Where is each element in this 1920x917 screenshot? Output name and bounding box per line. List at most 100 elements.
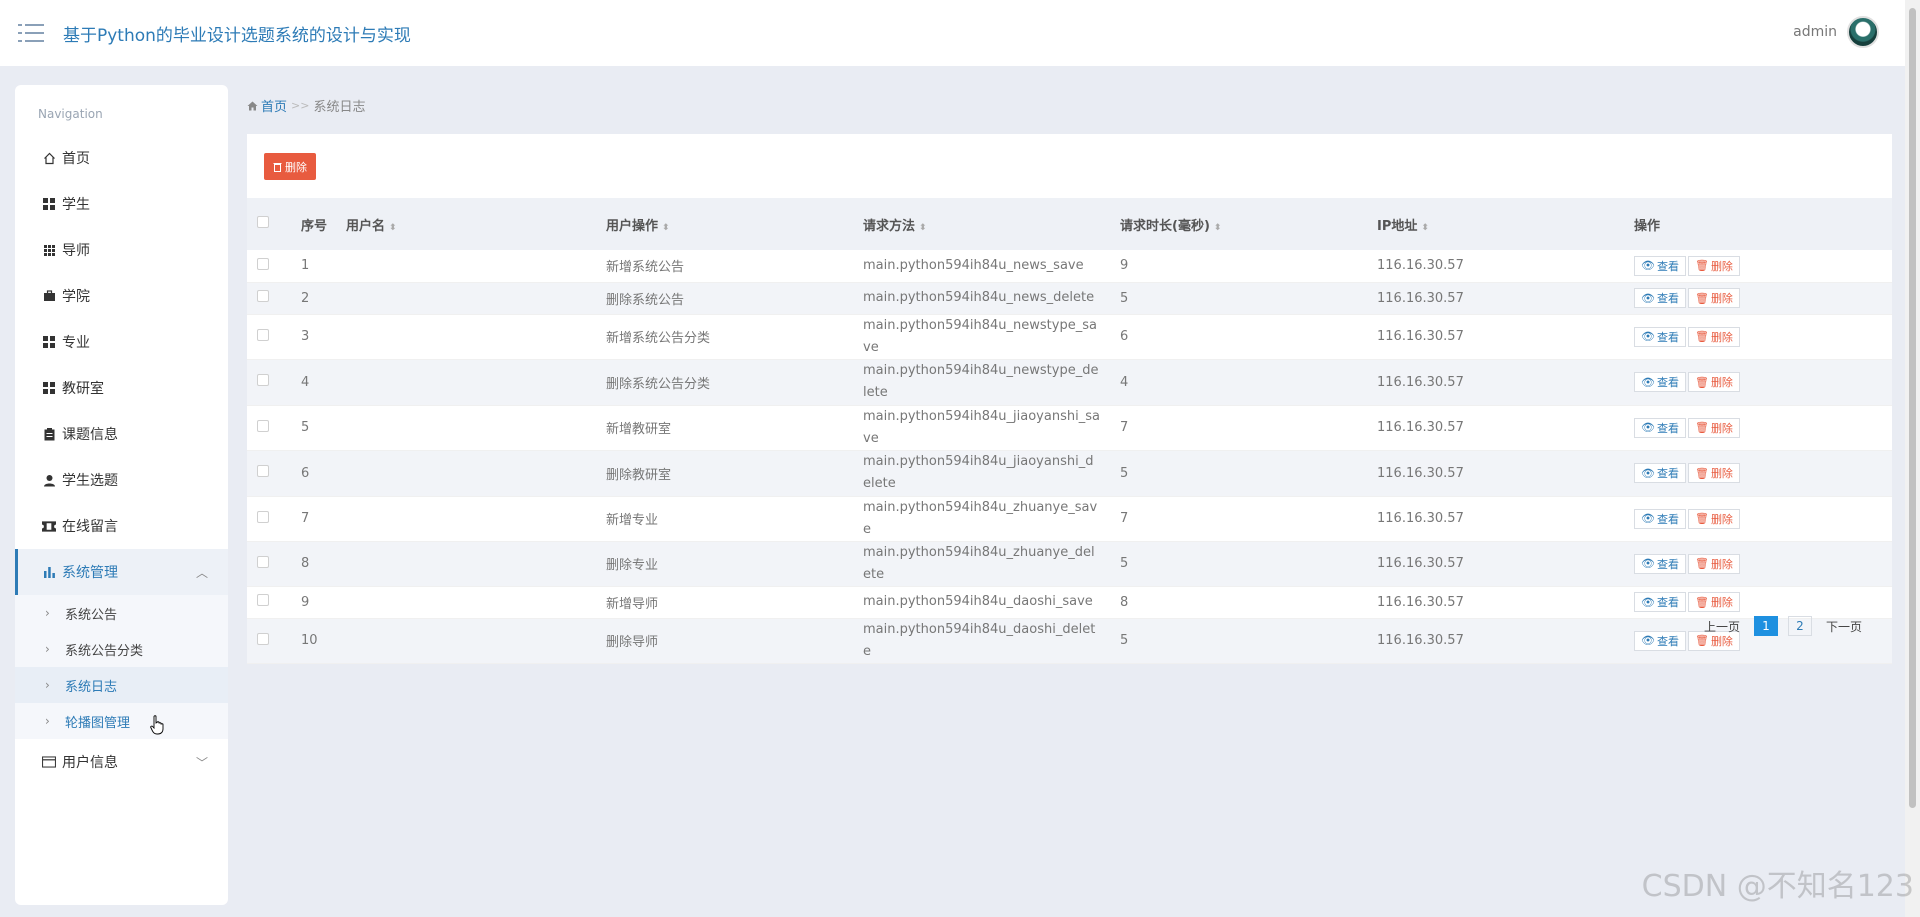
sidebar-item-students[interactable]: 学生 <box>15 181 228 227</box>
row-checkbox[interactable] <box>257 257 269 270</box>
view-button[interactable]: 👁 查看 <box>1634 630 1686 651</box>
row-checkbox[interactable] <box>257 594 269 606</box>
delete-button[interactable]: 🗑 删除 <box>1687 326 1740 347</box>
delete-button[interactable]: 🗑 删除 <box>1687 417 1740 438</box>
sidebar-subitem-carousel[interactable]: › 轮播图管理 <box>15 703 228 739</box>
row-checkbox[interactable] <box>257 510 269 523</box>
menu-toggle-icon[interactable] <box>18 22 44 44</box>
cell-duration: 5 <box>1120 465 1129 481</box>
cell-username <box>346 541 606 586</box>
scrollbar-thumb[interactable] <box>1909 8 1916 808</box>
view-label: 查看 <box>1656 292 1679 305</box>
sidebar-subitem-announcements[interactable]: › 系统公告 <box>15 595 228 631</box>
cell-ip: 116.16.30.57 <box>1377 374 1464 390</box>
select-all-checkbox[interactable] <box>257 216 269 228</box>
sort-icon[interactable]: ⬍ <box>1214 223 1222 233</box>
trash-icon: 🗑 <box>1694 466 1709 480</box>
breadcrumb: 首页 >> 系统日志 <box>247 96 365 115</box>
sidebar-subitem-announcement-categories[interactable]: › 系统公告分类 <box>15 631 228 667</box>
header-label: IP地址 <box>1377 218 1418 234</box>
row-checkbox[interactable] <box>257 465 269 477</box>
row-checkbox[interactable] <box>257 419 269 432</box>
delete-button[interactable]: 🗑 删除 <box>1687 553 1740 574</box>
sidebar-item-system-management[interactable]: 系统管理 ︿ <box>15 549 228 595</box>
delete-button[interactable]: 🗑 删除 <box>1687 463 1740 483</box>
delete-button[interactable]: 🗑 删除 <box>1687 592 1740 612</box>
delete-button[interactable]: 🗑 删除 <box>1687 508 1740 529</box>
sort-icon[interactable]: ⬍ <box>389 223 397 233</box>
prev-page-button[interactable]: 上一页 <box>1700 618 1744 635</box>
cell-actions: 👁 查看 🗑 删除 <box>1634 405 1892 450</box>
sidebar-subitem-label: 轮播图管理 <box>65 715 131 731</box>
view-button[interactable]: 👁 查看 <box>1634 592 1686 612</box>
sidebar-item-college[interactable]: 学院 <box>15 273 228 319</box>
avatar[interactable] <box>1847 16 1879 48</box>
view-button[interactable]: 👁 查看 <box>1634 372 1686 392</box>
sidebar-item-student-selection[interactable]: 学生选题 <box>15 457 228 503</box>
sidebar-item-supervisors[interactable]: 导师 <box>15 227 228 273</box>
delete-label: 删除 <box>1710 557 1733 571</box>
row-checkbox[interactable] <box>257 555 269 568</box>
view-button[interactable]: 👁 查看 <box>1634 288 1686 308</box>
view-label: 查看 <box>1656 634 1679 648</box>
view-button[interactable]: 👁 查看 <box>1634 255 1686 276</box>
sort-icon[interactable]: ⬍ <box>919 223 927 233</box>
sidebar-item-label: 在线留言 <box>62 519 118 535</box>
sort-icon[interactable]: ⬍ <box>1421 223 1429 233</box>
sidebar-item-teaching-office[interactable]: 教研室 <box>15 365 228 411</box>
cell-index: 1 <box>301 258 310 274</box>
sidebar-item-topics[interactable]: 课题信息 <box>15 411 228 457</box>
cell-actions: 👁 查看 🗑 删除 <box>1634 496 1892 541</box>
delete-button[interactable]: 🗑 删除 <box>1687 288 1740 308</box>
page-button-2[interactable]: 2 <box>1787 616 1812 636</box>
delete-button[interactable]: 🗑 删除 <box>1687 255 1740 276</box>
header-operation[interactable]: 用户操作 ⬍ <box>606 198 863 250</box>
sidebar-item-home[interactable]: 首页 <box>15 135 228 181</box>
sidebar-item-user-info[interactable]: 用户信息 ﹀ <box>15 739 228 785</box>
cell-duration: 7 <box>1120 511 1129 526</box>
sidebar-item-label: 导师 <box>62 243 90 259</box>
delete-button[interactable]: 🗑 删除 <box>1687 372 1740 392</box>
view-button[interactable]: 👁 查看 <box>1634 508 1686 529</box>
sidebar-item-major[interactable]: 专业 <box>15 319 228 365</box>
sidebar-item-messages[interactable]: 在线留言 <box>15 503 228 549</box>
cell-duration: 9 <box>1120 258 1129 274</box>
view-button[interactable]: 👁 查看 <box>1634 553 1686 574</box>
header-ip[interactable]: IP地址 ⬍ <box>1377 198 1634 250</box>
user-menu[interactable]: admin <box>1793 16 1879 48</box>
header-username[interactable]: 用户名 ⬍ <box>346 198 606 250</box>
view-button[interactable]: 👁 查看 <box>1634 326 1686 347</box>
sidebar-subitem-system-log[interactable]: › 系统日志 <box>15 667 228 703</box>
page-scrollbar[interactable] <box>1905 0 1920 917</box>
user-icon <box>42 473 56 487</box>
user-name[interactable]: admin <box>1793 24 1837 40</box>
header-index: 序号 <box>301 218 328 234</box>
row-checkbox[interactable] <box>257 374 269 386</box>
view-button[interactable]: 👁 查看 <box>1634 463 1686 483</box>
cell-index: 4 <box>301 374 310 390</box>
row-checkbox[interactable] <box>257 328 269 341</box>
cell-username <box>346 496 606 541</box>
row-checkbox[interactable] <box>257 290 269 302</box>
nav-header: Navigation <box>38 107 103 121</box>
breadcrumb-home[interactable]: 首页 <box>247 96 287 115</box>
sidebar-item-label: 学生 <box>62 197 90 213</box>
header-duration[interactable]: 请求时长(毫秒) ⬍ <box>1120 198 1377 250</box>
cell-actions: 👁 查看 🗑 删除 <box>1634 450 1892 496</box>
row-checkbox[interactable] <box>257 632 269 645</box>
breadcrumb-home-label[interactable]: 首页 <box>261 96 287 115</box>
page-button-1[interactable]: 1 <box>1753 616 1778 636</box>
trash-icon: 🗑 <box>1694 259 1709 273</box>
cell-operation: 新增教研室 <box>606 422 672 437</box>
header-label: 请求方法 <box>863 218 916 234</box>
table-row: 5 新增教研室 main.python594ih84u_jiaoyanshi_sav… <box>247 405 1892 450</box>
cell-ip: 116.16.30.57 <box>1377 329 1464 344</box>
chevron-right-icon: › <box>45 678 50 692</box>
view-button[interactable]: 👁 查看 <box>1634 417 1686 438</box>
delete-label: 删除 <box>1710 467 1733 480</box>
sort-icon[interactable]: ⬍ <box>662 223 670 233</box>
next-page-button[interactable]: 下一页 <box>1822 618 1866 635</box>
table-row: 7 新增专业 main.python594ih84u_zhuanye_save 7 11… <box>247 496 1892 541</box>
header-method[interactable]: 请求方法 ⬍ <box>863 198 1120 250</box>
batch-delete-button[interactable]: 删除 <box>264 153 316 180</box>
